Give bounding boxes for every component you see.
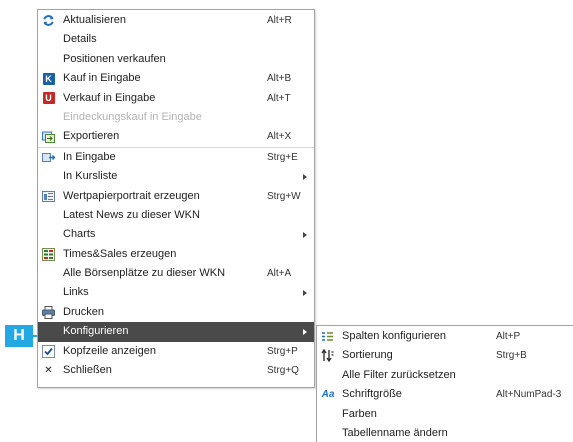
font-size-icon: Aa (321, 389, 335, 401)
menu-item-shortcut: Alt+R (267, 15, 292, 26)
menu-item-label: In Kursliste (63, 170, 118, 183)
menu-item-alle-boersenplaetze[interactable]: Alle Börsenplätze zu dieser WKN Alt+A (38, 264, 314, 283)
menu-item-shortcut: Strg+Q (267, 365, 299, 377)
menu-item-label: Aktualisieren (63, 14, 126, 26)
menu-item-shortcut: Strg+E (267, 151, 298, 163)
menu-item-shortcut: Strg+W (267, 190, 301, 202)
menu-item-kopfzeile-anzeigen[interactable]: Kopfzeile anzeigen Strg+P (38, 342, 314, 361)
sell-u-icon: U (42, 92, 55, 105)
submenu-arrow-icon (303, 290, 307, 297)
menu-item-exportieren[interactable]: Exportieren Alt+X (38, 127, 314, 146)
submenu-item-schriftgroesse[interactable]: Aa Schriftgröße Alt+NumPad-3 (317, 385, 573, 404)
submenu-item-spalten-konfigurieren[interactable]: Spalten konfigurieren Alt+P (317, 327, 573, 346)
menu-item-shortcut: Alt+X (267, 131, 292, 143)
submenu-item-farben[interactable]: Farben (317, 405, 573, 424)
menu-item-label: Kopfzeile anzeigen (63, 344, 156, 357)
menu-item-label: Drucken (63, 305, 104, 318)
menu-item-label: Times&Sales erzeugen (63, 247, 177, 260)
menu-item-charts[interactable]: Charts (38, 225, 314, 244)
menu-item-schliessen[interactable]: ✕ Schließen Strg+Q (38, 361, 314, 380)
menu-item-eindeckungskauf: Eindeckungskauf in Eingabe (38, 108, 314, 127)
submenu-item-shortcut: Alt+NumPad-3 (496, 389, 562, 401)
submenu-item-label: Tabellenname ändern (342, 426, 448, 439)
close-icon: ✕ (44, 365, 53, 377)
menu-item-label: Latest News zu dieser WKN (63, 208, 200, 221)
submenu-item-label: Alle Filter zurücksetzen (342, 368, 456, 381)
times-sales-icon (42, 247, 55, 261)
menu-item-label: Verkauf in Eingabe (63, 91, 156, 104)
menu-item-label: Charts (63, 228, 96, 241)
menu-item-label: Schließen (63, 364, 112, 377)
submenu-item-label: Schriftgröße (342, 388, 402, 401)
menu-item-label: In Eingabe (63, 150, 116, 163)
menu-item-label: Positionen verkaufen (63, 52, 166, 65)
menu-item-label: Eindeckungskauf in Eingabe (63, 110, 202, 123)
menu-item-wertpapierportrait[interactable]: Wertpapierportrait erzeugen Strg+W (38, 187, 314, 206)
sell-u-icon-glyph: U (42, 92, 55, 105)
menu-item-shortcut: Alt+B (267, 73, 292, 85)
menu-item-shortcut: Alt+A (267, 268, 292, 280)
menu-item-label: Links (63, 286, 89, 299)
menu-item-kauf-in-eingabe[interactable]: K Kauf in Eingabe Alt+B (38, 69, 314, 88)
menu-item-label: Konfigurieren (63, 325, 129, 338)
refresh-icon (42, 14, 55, 27)
menu-item-in-kursliste[interactable]: In Kursliste (38, 167, 314, 186)
submenu-arrow-icon (303, 174, 307, 181)
submenu-item-alle-filter-zuruecksetzen[interactable]: Alle Filter zurücksetzen (317, 366, 573, 385)
buy-k-icon-glyph: K (42, 72, 55, 85)
menu-item-shortcut: Alt+T (267, 92, 291, 104)
menu-item-konfigurieren[interactable]: Konfigurieren (38, 322, 314, 342)
screenshot-root: H Aktualisieren Alt+R Details Positionen… (0, 0, 573, 442)
menu-item-aktualisieren[interactable]: Aktualisieren Alt+R (38, 11, 314, 30)
menu-item-latest-news[interactable]: Latest News zu dieser WKN (38, 206, 314, 225)
menu-item-label: Details (63, 33, 97, 46)
submenu-item-sortierung[interactable]: Sortierung Strg+B (317, 346, 573, 365)
menu-item-label: Kauf in Eingabe (63, 72, 141, 85)
menu-item-times-sales[interactable]: Times&Sales erzeugen (38, 245, 314, 264)
submenu-item-label: Sortierung (342, 349, 393, 362)
menu-item-shortcut: Strg+P (267, 345, 298, 357)
portrait-icon (42, 190, 55, 203)
menu-item-label: Alle Börsenplätze zu dieser WKN (63, 267, 226, 280)
columns-config-icon (321, 330, 334, 343)
menu-item-verkauf-in-eingabe[interactable]: U Verkauf in Eingabe Alt+T (38, 89, 314, 108)
submenu-item-shortcut: Strg+B (496, 350, 527, 362)
submenu-item-shortcut: Alt+P (496, 331, 521, 342)
context-menu: Aktualisieren Alt+R Details Positionen v… (37, 9, 315, 388)
checkbox-checked-icon (42, 344, 55, 358)
menu-item-links[interactable]: Links (38, 283, 314, 302)
menu-item-label: Wertpapierportrait erzeugen (63, 189, 200, 202)
menu-item-in-eingabe[interactable]: In Eingabe Strg+E (38, 146, 314, 167)
input-icon (42, 151, 55, 164)
submenu-arrow-icon (303, 329, 307, 336)
submenu-item-label: Spalten konfigurieren (342, 330, 446, 342)
submenu-arrow-icon (303, 232, 307, 239)
menu-item-positionen-verkaufen[interactable]: Positionen verkaufen (38, 50, 314, 69)
sort-icon (321, 349, 334, 363)
print-icon (42, 305, 55, 319)
menu-item-details[interactable]: Details (38, 30, 314, 49)
submenu-item-tabellenname-aendern[interactable]: Tabellenname ändern (317, 424, 573, 442)
menu-item-label: Exportieren (63, 130, 120, 143)
menu-item-drucken[interactable]: Drucken (38, 303, 314, 322)
submenu-item-label: Farben (342, 407, 377, 420)
callout-badge: H (5, 325, 33, 347)
konfigurieren-submenu: Spalten konfigurieren Alt+P Sortierung S… (316, 325, 573, 442)
buy-k-icon: K (42, 72, 55, 85)
export-icon (42, 130, 55, 144)
